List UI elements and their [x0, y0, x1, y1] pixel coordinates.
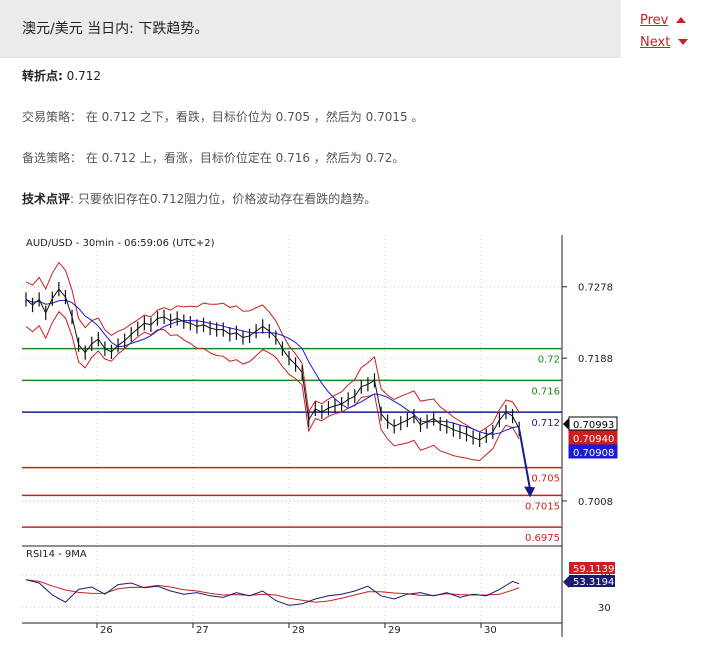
price-tag-pointer-icon — [563, 418, 569, 430]
y-tick-label: 0.7008 — [578, 497, 613, 508]
x-tick-label: 26 — [100, 625, 113, 636]
rsi-tag-pointer-icon — [563, 576, 569, 588]
next-label: Next — [640, 34, 671, 50]
arrow-down-icon — [678, 39, 689, 45]
strategy-text: 在 0.712 之下，看跌，目标价位为 0.705 ，然后为 0.7015 。 — [85, 110, 424, 124]
price-chart: AUD/USD - 30min - 06:59:06 (UTC+2) RSI14… — [22, 233, 622, 639]
level-label: 0.7015 — [525, 501, 560, 512]
y-tick-label: 0.7188 — [578, 354, 613, 365]
level-label: 0.705 — [531, 474, 560, 485]
page-header: 澳元/美元 当日内: 下跌趋势。 — [0, 0, 621, 58]
rsi-tick-label: 30 — [598, 603, 611, 614]
x-tick-label: 29 — [388, 625, 401, 636]
price-tag-label: 0.70908 — [573, 448, 614, 459]
alternative-strategy: 备选策略： 在 0.712 上，看涨，目标价位定在 0.716 ，然后为 0.7… — [22, 149, 404, 166]
rsi-tag-label: 53.3194 — [573, 577, 614, 588]
prev-label: Prev — [640, 12, 669, 28]
rsi-tag-label: 59.1139 — [573, 564, 614, 575]
chart-title: AUD/USD - 30min - 06:59:06 (UTC+2) — [26, 238, 215, 249]
level-label: 0.6975 — [525, 533, 560, 544]
trading-strategy: 交易策略： 在 0.712 之下，看跌，目标价位为 0.705 ，然后为 0.7… — [22, 108, 423, 125]
arrow-up-icon — [676, 17, 687, 23]
prev-link[interactable]: Prev — [640, 10, 700, 30]
rsi-label: RSI14 - 9MA — [26, 549, 87, 560]
pivot-label: 转折点: — [22, 69, 63, 83]
pivot-point: 转折点: 0.712 — [22, 67, 101, 84]
chart-background — [22, 233, 562, 633]
x-tick-label: 27 — [196, 625, 209, 636]
level-label: 0.72 — [538, 355, 560, 366]
price-tag-label: 0.70940 — [573, 434, 614, 445]
next-link[interactable]: Next — [640, 32, 700, 52]
level-label: 0.716 — [531, 386, 560, 397]
x-tick-label: 28 — [292, 625, 305, 636]
comment-text: : 只要依旧存在0.712阻力位，价格波动存在看跌的趋势。 — [70, 192, 377, 206]
price-tag-label: 0.70993 — [573, 420, 614, 431]
pagination-nav: Prev Next — [640, 10, 700, 54]
strategy-label: 交易策略： — [22, 110, 83, 124]
y-tick-label: 0.7278 — [578, 283, 613, 294]
alt-text: 在 0.712 上，看涨，目标价位定在 0.716 ，然后为 0.72。 — [85, 151, 405, 165]
technical-comment: 技术点评: 只要依旧存在0.712阻力位，价格波动存在看跌的趋势。 — [22, 190, 376, 207]
level-label: 0.712 — [531, 418, 560, 429]
page-title: 澳元/美元 当日内: 下跌趋势。 — [22, 21, 209, 37]
chart-svg: AUD/USD - 30min - 06:59:06 (UTC+2) RSI14… — [22, 233, 618, 637]
pivot-value: 0.712 — [66, 69, 101, 83]
comment-label: 技术点评 — [22, 192, 71, 206]
alt-label: 备选策略： — [22, 151, 83, 165]
x-tick-label: 30 — [484, 625, 497, 636]
